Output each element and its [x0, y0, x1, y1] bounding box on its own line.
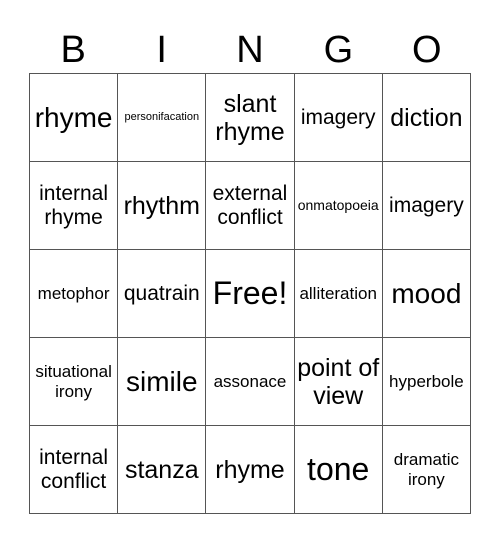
cell-label: internal rhyme — [39, 181, 109, 229]
bingo-cell[interactable]: metophor — [30, 250, 119, 338]
bingo-cell[interactable]: dramatic irony — [382, 426, 471, 514]
bingo-cell[interactable]: personifacation — [118, 74, 207, 162]
cell-label: slant rhyme — [215, 89, 285, 146]
cell-label: rhyme — [34, 101, 113, 133]
bingo-cell[interactable]: internal rhyme — [30, 162, 119, 250]
header-letter-n: N — [236, 29, 264, 71]
header-letter-b: B — [60, 29, 86, 71]
bingo-cell-free[interactable]: Free! — [206, 250, 295, 338]
bingo-cell[interactable]: mood — [382, 250, 471, 338]
cell-label: tone — [307, 450, 370, 487]
cell-label: personifacation — [124, 111, 200, 124]
bingo-cell[interactable]: stanza — [118, 426, 207, 514]
bingo-cell[interactable]: alliteration — [294, 250, 383, 338]
cell-label: rhythm — [123, 191, 200, 220]
bingo-cell[interactable]: rhyme — [206, 426, 295, 514]
bingo-header: B I N G O — [29, 28, 471, 72]
bingo-cell[interactable]: onmatopoeia — [294, 162, 383, 250]
bingo-cell[interactable]: slant rhyme — [206, 74, 295, 162]
free-space-label: Free! — [212, 274, 288, 311]
bingo-cell[interactable]: diction — [382, 74, 471, 162]
bingo-cell[interactable]: point of view — [294, 338, 383, 426]
cell-label: mood — [391, 277, 462, 309]
cell-label: onmatopoeia — [297, 196, 379, 213]
cell-label: quatrain — [123, 281, 200, 305]
cell-label: dramatic irony — [393, 450, 459, 489]
bingo-cell[interactable]: imagery — [294, 74, 383, 162]
cell-label: assonace — [213, 371, 287, 391]
cell-label: imagery — [389, 193, 464, 217]
bingo-cell[interactable]: external conflict — [206, 162, 295, 250]
header-letter-i: I — [156, 29, 167, 71]
cell-label: stanza — [124, 455, 199, 484]
bingo-cell[interactable]: assonace — [206, 338, 295, 426]
bingo-cell[interactable]: quatrain — [118, 250, 207, 338]
cell-label: rhyme — [215, 455, 285, 484]
cell-label: point of view — [297, 353, 380, 410]
cell-label: hyperbole — [389, 371, 464, 391]
bingo-cell[interactable]: hyperbole — [382, 338, 471, 426]
cell-label: situational irony — [35, 362, 112, 401]
header-letter-g: G — [323, 29, 354, 71]
cell-label: external conflict — [212, 181, 288, 229]
bingo-cell[interactable]: imagery — [382, 162, 471, 250]
header-letter-o: O — [412, 29, 442, 71]
bingo-cell[interactable]: internal conflict — [30, 426, 119, 514]
bingo-cell[interactable]: situational irony — [30, 338, 119, 426]
cell-label: imagery — [300, 105, 376, 129]
bingo-board: rhyme personifacation slant rhyme imager… — [29, 73, 471, 514]
bingo-cell[interactable]: rhythm — [118, 162, 207, 250]
bingo-cell[interactable]: simile — [118, 338, 207, 426]
cell-label: metophor — [37, 283, 110, 303]
bingo-cell[interactable]: rhyme — [30, 74, 119, 162]
cell-label: internal conflict — [39, 445, 109, 493]
cell-label: simile — [126, 365, 198, 397]
cell-label: alliteration — [299, 283, 377, 303]
bingo-cell[interactable]: tone — [294, 426, 383, 514]
cell-label: diction — [390, 103, 463, 132]
